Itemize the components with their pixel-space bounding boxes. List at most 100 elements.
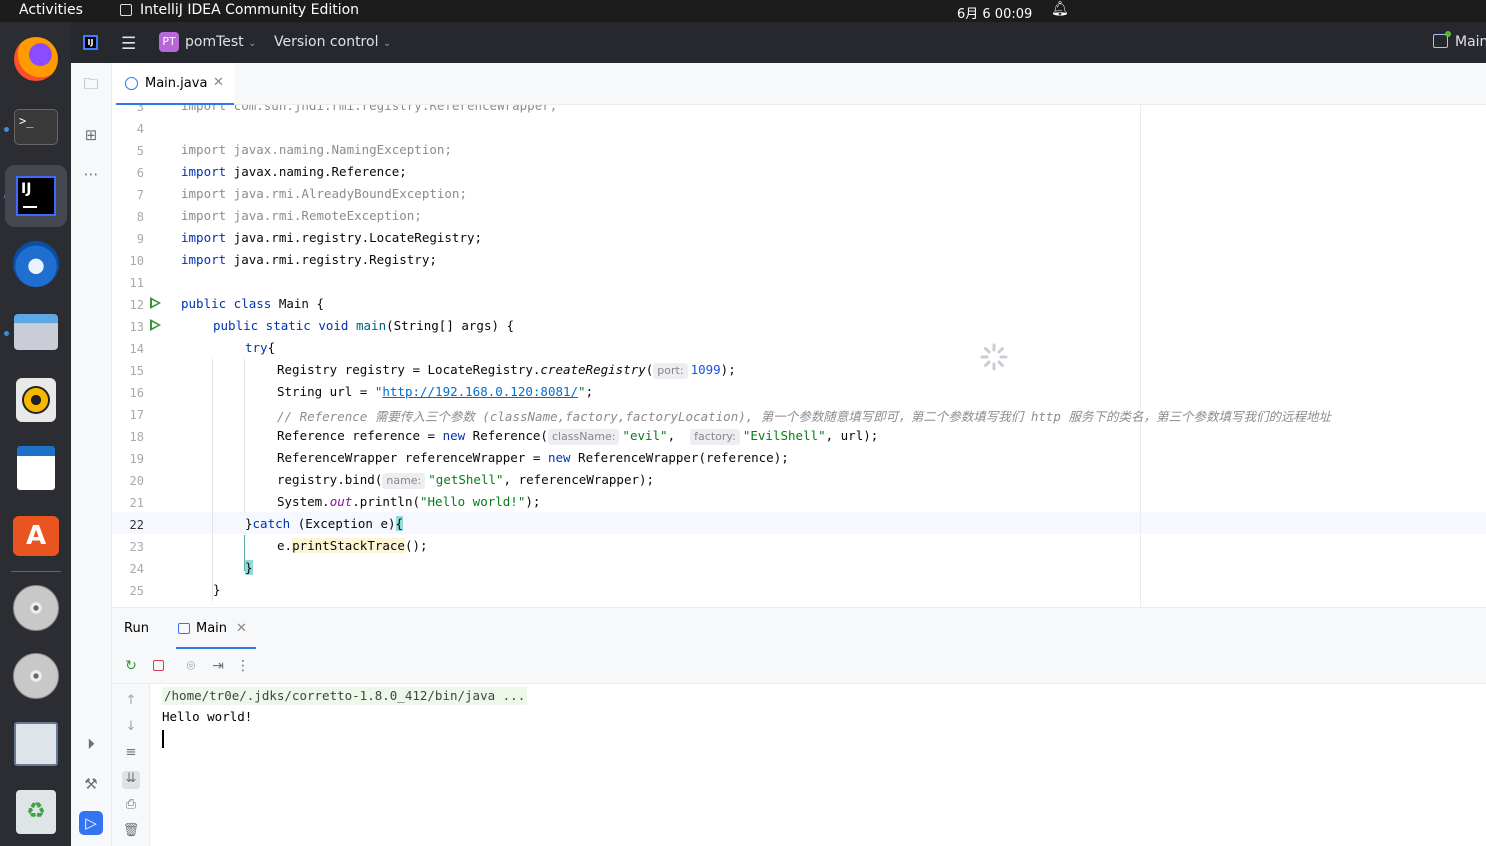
line-number: 10 <box>129 254 144 268</box>
build-icon[interactable]: ⚒ <box>79 772 103 796</box>
vcs-label: Version control <box>274 34 379 50</box>
line-number: 4 <box>136 122 144 136</box>
structure-icon[interactable]: ⊞ <box>79 123 103 147</box>
cd-icon <box>13 653 59 699</box>
line-number: 7 <box>136 188 144 202</box>
line-number: 17 <box>129 408 144 422</box>
ide-title-bar: IJ ☰ PT pomTest ⌄ Version control ⌄ Main <box>71 22 1486 63</box>
line-number: 19 <box>129 452 144 466</box>
dock-cd-drive[interactable] <box>5 645 67 707</box>
right-margin-guide <box>1140 105 1141 607</box>
code-line: import java.rmi.AlreadyBoundException; <box>181 186 467 201</box>
exit-icon[interactable]: ⇥ <box>209 657 227 675</box>
code-line: import java.rmi.registry.LocateRegistry; <box>181 230 483 245</box>
line-number: 15 <box>129 364 144 378</box>
left-tool-strip: 🗀 ⊞ ⋯ ⏵ ⚒ ▷ <box>71 63 112 846</box>
run-gutter-icon[interactable] <box>150 297 161 309</box>
main-menu-icon[interactable]: ☰ <box>121 34 136 54</box>
more-tools-icon[interactable]: ⋯ <box>79 162 103 186</box>
run-title: Run <box>124 621 149 636</box>
console-text: Hello world! <box>162 709 253 724</box>
activities-button[interactable]: Activities <box>19 2 83 18</box>
line-number: 12 <box>129 298 144 312</box>
vcs-selector[interactable]: Version control ⌄ <box>274 34 391 50</box>
firefox-icon <box>14 37 58 81</box>
param-hint: className: <box>547 429 620 445</box>
project-folder-icon[interactable]: 🗀 <box>79 72 103 96</box>
soft-wrap-icon[interactable]: ≡ <box>122 745 140 763</box>
dock-intellij[interactable]: IJ <box>5 165 67 227</box>
run-config-icon <box>178 623 190 634</box>
tab-main-java[interactable]: Main.java ✕ <box>112 63 234 106</box>
code-comment: // Reference 需要传入三个参数 (className,factory… <box>277 409 1331 424</box>
project-name: pomTest <box>185 34 244 50</box>
close-icon[interactable]: ✕ <box>236 621 247 636</box>
close-icon[interactable]: ✕ <box>213 75 224 90</box>
line-number: 24 <box>129 562 144 576</box>
code-line: try{ <box>245 340 276 355</box>
code-line: Reference reference = new Reference(clas… <box>277 428 879 445</box>
services-icon[interactable]: ⏵ <box>79 732 103 756</box>
files-icon <box>14 314 58 350</box>
code-line: import java.rmi.registry.Registry; <box>181 252 437 267</box>
run-tool-icon[interactable]: ▷ <box>79 811 103 835</box>
project-selector[interactable]: pomTest ⌄ <box>185 34 257 50</box>
console-command-line[interactable]: /home/tr0e/.jdks/corretto-1.8.0_412/bin/… <box>162 687 528 705</box>
console-output[interactable]: /home/tr0e/.jdks/corretto-1.8.0_412/bin/… <box>150 684 1486 846</box>
rhythmbox-icon <box>16 378 56 422</box>
trash-icon[interactable]: 🗑︎ <box>122 823 140 841</box>
dock-cd-drive[interactable] <box>5 577 67 639</box>
indent-guide <box>244 359 245 513</box>
cd-icon <box>13 585 59 631</box>
code-line: Registry registry = LocateRegistry.creat… <box>277 362 736 379</box>
tab-label: Main.java <box>145 76 208 91</box>
dock-files[interactable] <box>5 301 67 363</box>
dock-firefox[interactable] <box>5 28 67 90</box>
dock-writer[interactable] <box>5 437 67 499</box>
drive-icon <box>14 722 58 766</box>
rerun-icon[interactable]: ↻ <box>122 657 140 675</box>
run-gutter-icon[interactable] <box>150 319 161 331</box>
more-options-icon[interactable]: ⋮ <box>234 657 252 675</box>
code-line: }catch (Exception e){ <box>245 516 404 531</box>
indent-guide <box>212 359 213 601</box>
arrow-up-icon[interactable]: ↑ <box>122 693 140 711</box>
dock-app-center[interactable]: A <box>5 505 67 567</box>
text-caret <box>162 730 164 748</box>
camera-icon[interactable]: ⌾ <box>182 657 200 675</box>
dock-terminal[interactable]: >_ <box>5 96 67 158</box>
clock[interactable]: 6月 6 00:09 <box>957 3 1032 22</box>
project-badge[interactable]: PT <box>159 32 179 52</box>
code-editor[interactable]: 3 4 5 6 7 8 9 10 11 12 13 14 15 16 17 18… <box>112 105 1486 607</box>
run-config-selector[interactable]: Main <box>1455 34 1486 50</box>
dock-separator <box>11 571 61 572</box>
code-line: registry.bind(name: "getShell", reference… <box>277 472 655 489</box>
dock-rhythmbox[interactable] <box>5 369 67 431</box>
system-top-bar: Activities IntelliJ IDEA Community Editi… <box>0 0 1486 22</box>
scroll-to-end-icon[interactable]: ⇊ <box>122 771 140 789</box>
writer-icon <box>17 446 55 490</box>
dock-trash[interactable]: ♻ <box>5 781 67 843</box>
line-number: 21 <box>129 496 144 510</box>
run-tab-main[interactable]: Main ✕ <box>176 608 256 650</box>
chevron-down-icon: ⌄ <box>248 38 257 49</box>
print-icon[interactable]: ⎙ <box>122 797 140 815</box>
line-number: 8 <box>136 210 144 224</box>
code-line: ReferenceWrapper referenceWrapper = new … <box>277 450 789 465</box>
code-line: System.out.println("Hello world!"); <box>277 494 541 509</box>
url-link[interactable]: http://192.168.0.120:8081/ <box>382 384 578 399</box>
run-tab-label: Main <box>196 621 228 636</box>
thunderbird-icon <box>13 241 59 287</box>
arrow-down-icon[interactable]: ↓ <box>122 719 140 737</box>
dock-drive[interactable] <box>5 713 67 775</box>
code-line: import com.sun.jndi.rmi.registry.Referen… <box>181 105 558 113</box>
stop-icon[interactable] <box>149 657 167 675</box>
dock-thunderbird[interactable] <box>5 233 67 295</box>
line-number: 11 <box>129 276 144 290</box>
line-number: 13 <box>129 320 144 334</box>
notification-bell-icon[interactable]: 🔔︎ <box>1051 1 1069 17</box>
code-line: public class Main { <box>181 296 324 311</box>
line-number: 9 <box>136 232 144 246</box>
chevron-down-icon: ⌄ <box>382 38 392 49</box>
app-menu[interactable]: IntelliJ IDEA Community Edition <box>140 2 359 18</box>
